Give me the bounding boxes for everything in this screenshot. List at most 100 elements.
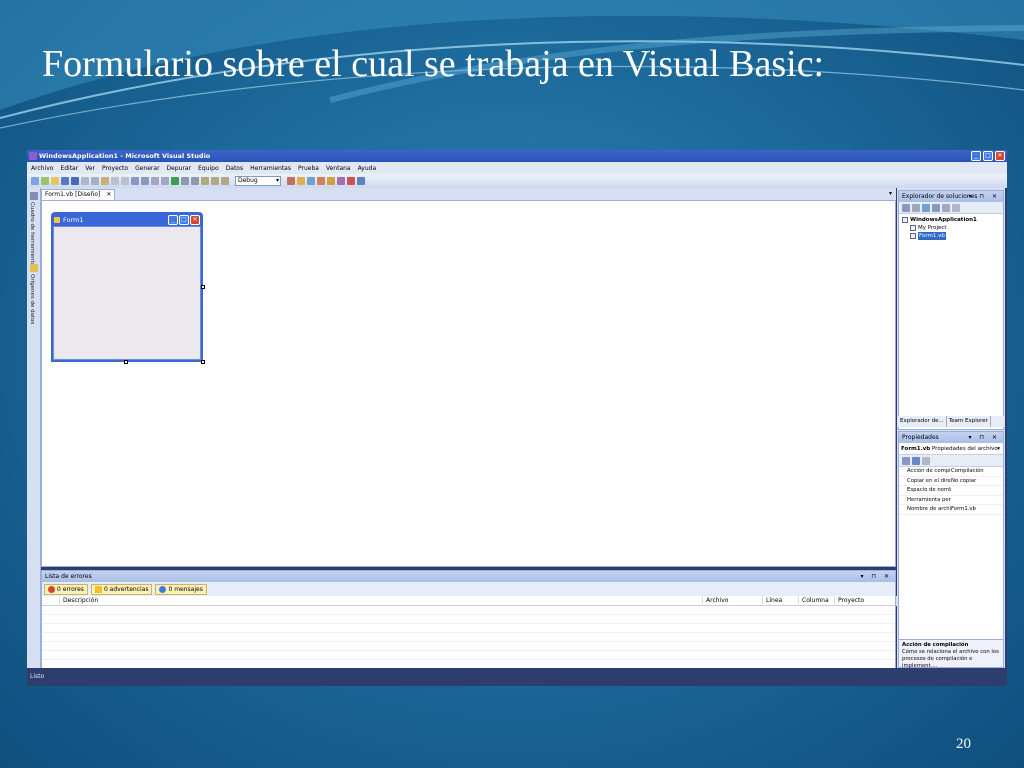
command-window-icon[interactable]: [357, 177, 365, 185]
properties-object-select[interactable]: Form1.vb Propiedades del archivo: [899, 443, 1003, 455]
stop-icon[interactable]: [191, 177, 199, 185]
errors-filter-button[interactable]: 0 errores: [44, 583, 88, 595]
step-into-icon[interactable]: [201, 177, 209, 185]
property-value[interactable]: [951, 496, 1003, 505]
property-row[interactable]: Espacio de nomb: [899, 486, 1003, 496]
window-titlebar[interactable]: WindowsApplication1 - Microsoft Visual S…: [27, 150, 1007, 162]
data-sources-tab[interactable]: Orígenes de datos: [29, 274, 35, 324]
property-value[interactable]: No copiar: [951, 477, 1003, 486]
show-all-files-icon[interactable]: [912, 203, 920, 212]
comment-icon[interactable]: [111, 177, 119, 185]
tab-form1-design[interactable]: Form1.vb [Diseño] ✕: [41, 189, 116, 200]
column-archivo[interactable]: Archivo: [703, 596, 763, 606]
view-code-icon[interactable]: [932, 203, 940, 212]
menu-depurar[interactable]: Depurar: [167, 165, 192, 172]
alphabetical-icon[interactable]: [912, 456, 920, 465]
column-proyecto[interactable]: Proyecto: [835, 596, 897, 606]
property-value[interactable]: Form1.vb: [951, 505, 1003, 514]
view-designer-icon[interactable]: [942, 203, 950, 212]
maximize-button[interactable]: □: [983, 151, 993, 161]
warnings-filter-button[interactable]: 0 advertencias: [90, 583, 153, 595]
add-item-icon[interactable]: [41, 177, 49, 185]
save-all-icon[interactable]: [71, 177, 79, 185]
menu-proyecto[interactable]: Proyecto: [102, 165, 128, 172]
menu-herramientas[interactable]: Herramientas: [250, 165, 291, 172]
tab-dropdown-icon[interactable]: ▾: [889, 190, 892, 197]
navigate-forward-icon[interactable]: [161, 177, 169, 185]
tree-item-my-project[interactable]: My Project: [902, 224, 1000, 232]
categorized-icon[interactable]: [902, 456, 910, 465]
menu-prueba[interactable]: Prueba: [298, 165, 319, 172]
tab-team-explorer[interactable]: Team Explorer: [947, 416, 991, 427]
column-descripcion[interactable]: Descripción: [60, 596, 703, 606]
cut-icon[interactable]: [81, 177, 89, 185]
tree-item-project[interactable]: WindowsApplication1: [902, 216, 1000, 224]
menu-ver[interactable]: Ver: [85, 165, 95, 172]
object-browser-icon[interactable]: [317, 177, 325, 185]
menu-ayuda[interactable]: Ayuda: [358, 165, 377, 172]
navigate-back-icon[interactable]: [151, 177, 159, 185]
open-file-icon[interactable]: [51, 177, 59, 185]
menu-equipo[interactable]: Equipo: [198, 165, 219, 172]
menu-datos[interactable]: Datos: [226, 165, 243, 172]
tab-close-icon[interactable]: ✕: [106, 190, 111, 200]
property-pages-icon[interactable]: [922, 456, 930, 465]
form1-title: Form1: [63, 216, 84, 224]
minimize-button[interactable]: _: [971, 151, 981, 161]
column-columna[interactable]: Columna: [799, 596, 835, 606]
description-text: Cómo se relaciona el archivo con los pro…: [902, 649, 999, 669]
find-icon[interactable]: [287, 177, 295, 185]
property-row[interactable]: Copiar en el dire No copiar: [899, 477, 1003, 486]
refresh-icon[interactable]: [922, 203, 930, 212]
data-sources-tab-icon[interactable]: [30, 264, 38, 272]
form-designer-surface[interactable]: Form1 _ □ ✕: [41, 200, 896, 567]
start-debug-icon[interactable]: [171, 177, 179, 185]
class-view-icon[interactable]: [337, 177, 345, 185]
property-row[interactable]: Acción de compil Compilación: [899, 467, 1003, 477]
column-linea[interactable]: Línea: [763, 596, 799, 606]
resize-handle-bottom[interactable]: [124, 360, 128, 364]
copy-icon[interactable]: [91, 177, 99, 185]
errors-count: 0 errores: [57, 585, 84, 593]
toolbox-tab[interactable]: Cuadro de herramientas: [29, 202, 35, 269]
column-index[interactable]: [42, 596, 60, 606]
properties-icon[interactable]: [902, 203, 910, 212]
panel-controls[interactable]: ▾ ⊓ ✕: [860, 571, 892, 582]
paste-icon[interactable]: [101, 177, 109, 185]
property-row[interactable]: Herramienta per: [899, 496, 1003, 505]
panel-controls[interactable]: ▾ ⊓ ✕: [968, 432, 1000, 443]
property-value[interactable]: Compilación: [951, 467, 1003, 476]
tab-solution-explorer[interactable]: Explorador de...: [898, 416, 947, 427]
pause-icon[interactable]: [181, 177, 189, 185]
menu-ventana[interactable]: Ventana: [326, 165, 351, 172]
tree-item-form1[interactable]: Form1.vb: [902, 232, 1000, 240]
redo-icon[interactable]: [141, 177, 149, 185]
class-diagram-icon[interactable]: [952, 203, 960, 212]
undo-icon[interactable]: [131, 177, 139, 185]
menu-archivo[interactable]: Archivo: [31, 165, 53, 172]
properties-window-icon[interactable]: [307, 177, 315, 185]
uncomment-icon[interactable]: [121, 177, 129, 185]
resize-handle-corner[interactable]: [201, 360, 205, 364]
object-type: Propiedades del archivo: [931, 446, 998, 452]
toolbox-icon[interactable]: [327, 177, 335, 185]
save-icon[interactable]: [61, 177, 69, 185]
toolbox-tab-icon[interactable]: [30, 192, 38, 200]
form1-client-area[interactable]: [53, 226, 201, 360]
menu-generar[interactable]: Generar: [135, 165, 159, 172]
form1-titlebar[interactable]: Form1 _ □ ✕: [53, 214, 201, 226]
form1-window[interactable]: Form1 _ □ ✕: [51, 212, 203, 362]
property-value[interactable]: [951, 486, 1003, 495]
step-over-icon[interactable]: [211, 177, 219, 185]
step-out-icon[interactable]: [221, 177, 229, 185]
property-row[interactable]: Nombre de archi Form1.vb: [899, 505, 1003, 515]
resize-handle-right[interactable]: [201, 285, 205, 289]
solution-explorer-icon[interactable]: [297, 177, 305, 185]
close-button[interactable]: ✕: [995, 151, 1005, 161]
panel-controls[interactable]: ▾ ⊓ ✕: [968, 191, 1000, 202]
start-page-icon[interactable]: [347, 177, 355, 185]
menu-editar[interactable]: Editar: [60, 165, 78, 172]
messages-filter-button[interactable]: 0 mensajes: [155, 583, 207, 595]
solution-configuration-select[interactable]: Debug: [235, 176, 281, 186]
new-project-icon[interactable]: [31, 177, 39, 185]
